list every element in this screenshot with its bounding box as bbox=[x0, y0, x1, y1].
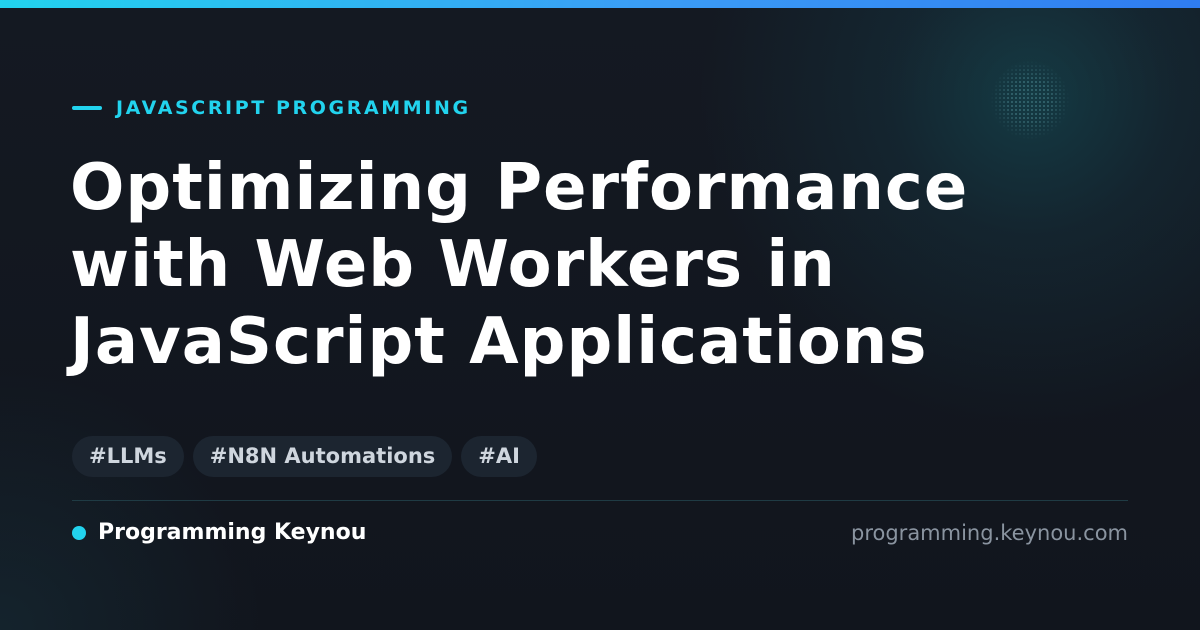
tag-list: #LLMs #N8N Automations #AI bbox=[72, 436, 537, 477]
article-title: Optimizing Performance with Web Workers … bbox=[70, 150, 1130, 381]
title-line-1: Optimizing Performance bbox=[70, 151, 969, 225]
og-card: JAVASCRIPT PROGRAMMING Optimizing Perfor… bbox=[0, 0, 1200, 630]
brand[interactable]: Programming Keynou bbox=[72, 518, 366, 548]
brand-name: Programming Keynou bbox=[98, 520, 367, 545]
footer-divider bbox=[72, 500, 1128, 501]
accent-top-bar bbox=[0, 0, 1200, 8]
dot-icon bbox=[72, 526, 86, 540]
tag-ai[interactable]: #AI bbox=[461, 436, 537, 477]
site-url-link[interactable]: programming.keynou.com bbox=[851, 518, 1128, 548]
dot-pattern-decoration bbox=[990, 60, 1070, 140]
title-line-2: with Web Workers in bbox=[70, 228, 836, 302]
tag-n8n-automations[interactable]: #N8N Automations bbox=[192, 436, 453, 477]
dash-line-icon bbox=[72, 106, 102, 110]
tag-llms[interactable]: #LLMs bbox=[72, 436, 184, 477]
title-line-3: JavaScript Applications bbox=[70, 305, 928, 379]
category-eyebrow: JAVASCRIPT PROGRAMMING bbox=[72, 94, 471, 122]
category-label: JAVASCRIPT PROGRAMMING bbox=[116, 97, 471, 119]
